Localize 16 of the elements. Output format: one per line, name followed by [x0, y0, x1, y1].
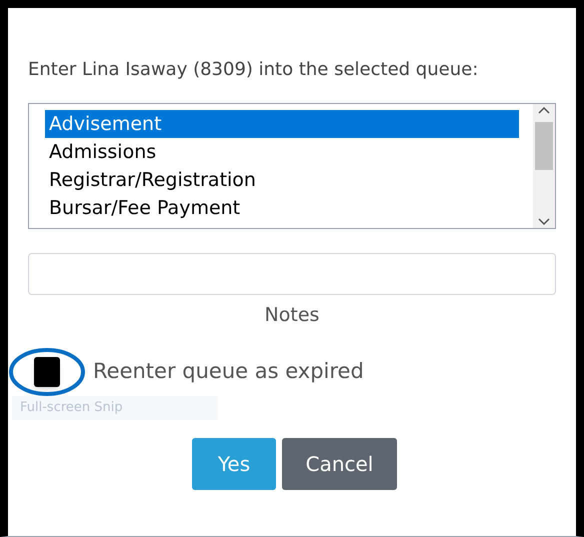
checkbox[interactable]	[34, 356, 60, 386]
scrollbar[interactable]	[533, 104, 555, 228]
scroll-down-icon[interactable]	[538, 218, 550, 226]
queue-option[interactable]: Registrar/Registration	[45, 166, 519, 194]
notes-label: Notes	[264, 303, 320, 328]
snip-tooltip: Full-screen Snip	[12, 396, 218, 420]
notes-field[interactable]	[28, 253, 556, 295]
checkbox-label[interactable]: Reenter queue as expired	[93, 356, 364, 388]
scroll-up-icon[interactable]	[538, 106, 550, 114]
queue-listbox[interactable]: Advisement Admissions Registrar/Registration Bursar/Fee Payment	[28, 103, 556, 229]
queue-option[interactable]: Admissions	[45, 138, 519, 166]
cancel-button[interactable]: Cancel	[282, 438, 397, 490]
queue-option[interactable]: Advisement	[45, 110, 519, 138]
scrollbar-thumb[interactable]	[535, 122, 553, 170]
prompt-text: Enter Lina Isaway (8309) into the selected queue:	[28, 58, 478, 82]
queue-option[interactable]: Bursar/Fee Payment	[45, 194, 519, 222]
